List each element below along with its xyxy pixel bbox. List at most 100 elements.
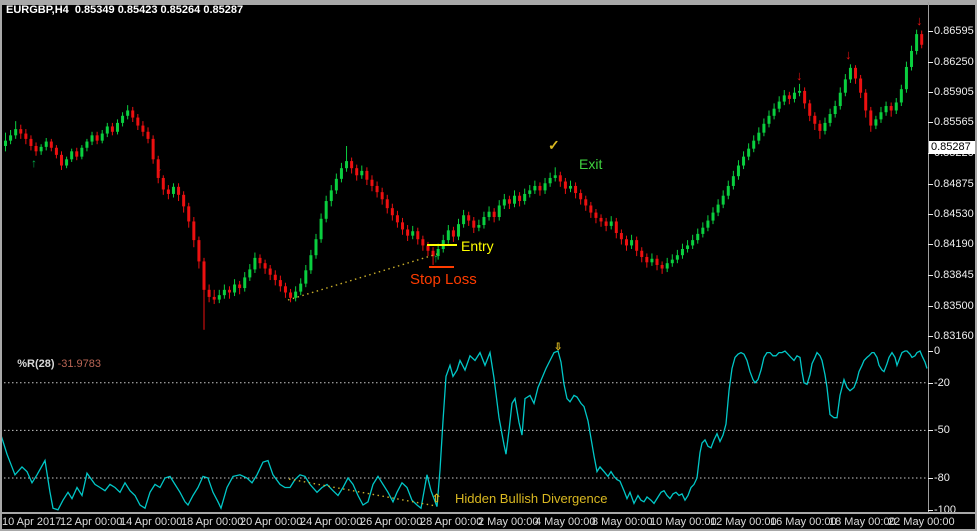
- bull-candle: [706, 220, 710, 228]
- price-axis-tick: [928, 244, 933, 245]
- time-axis-separator: [0, 512, 977, 514]
- bull-candle: [767, 115, 771, 124]
- bear-candle: [594, 212, 598, 218]
- bear-candle: [579, 193, 583, 200]
- bull-candle: [894, 102, 898, 111]
- bull-candle: [879, 112, 883, 120]
- entry-label[interactable]: Entry: [461, 238, 494, 254]
- bull-candle: [39, 146, 43, 152]
- bear-candle: [864, 92, 868, 111]
- bull-candle: [44, 141, 48, 147]
- bear-candle: [787, 95, 791, 99]
- bull-candle: [248, 269, 252, 278]
- bull-candle: [457, 224, 461, 237]
- stop-loss-price-line[interactable]: [429, 266, 454, 268]
- wpr-axis-label: -50: [934, 424, 950, 436]
- entry-price-line[interactable]: [427, 244, 457, 246]
- window-border-top: [0, 0, 977, 2]
- bull-candle: [171, 186, 175, 194]
- bull-candle: [609, 221, 613, 226]
- wpr-axis-label: -100: [934, 504, 957, 516]
- bear-candle: [859, 78, 863, 93]
- bear-candle: [416, 231, 420, 240]
- bear-candle: [263, 263, 267, 269]
- bull-candle: [533, 185, 537, 191]
- bull-candle: [757, 132, 761, 141]
- bull-candle: [121, 115, 125, 123]
- bear-candle: [365, 170, 369, 180]
- bear-candle: [273, 274, 277, 281]
- wpr-indicator-plot[interactable]: [0, 344, 928, 512]
- bear-candle: [182, 194, 186, 207]
- bear-candle: [289, 292, 293, 298]
- bull-candle: [4, 140, 7, 146]
- exit-label[interactable]: Exit: [579, 156, 602, 172]
- bear-candle: [584, 199, 588, 206]
- bull-candle: [792, 92, 796, 99]
- bull-candle: [324, 201, 328, 219]
- bear-candle: [238, 284, 242, 289]
- bear-candle: [604, 221, 608, 226]
- bull-candle: [126, 110, 130, 116]
- bull-candle: [319, 218, 323, 240]
- time-axis-label: 4 May 00:00: [535, 516, 596, 528]
- wpr-axis-tick: [928, 478, 933, 479]
- candlestick-plot[interactable]: [0, 0, 928, 340]
- time-axis-label: 20 Apr 00:00: [240, 516, 303, 528]
- symbol-ohlc-header: EURGBP,H4 0.85349 0.85423 0.85264 0.8528…: [6, 4, 244, 16]
- price-axis-tick: [928, 184, 933, 185]
- bear-candle: [818, 123, 822, 131]
- bull-candle: [85, 141, 89, 148]
- bear-candle: [207, 289, 211, 297]
- bull-candle: [543, 183, 547, 191]
- sell-arrow-icon: ↓: [156, 159, 163, 174]
- bear-candle: [518, 195, 522, 202]
- bear-candle: [869, 110, 873, 126]
- bear-candle: [34, 145, 38, 152]
- time-axis-label: 12 Apr 00:00: [60, 516, 123, 528]
- bull-candle: [798, 90, 802, 93]
- bull-candle: [736, 165, 740, 177]
- bull-candle: [675, 255, 679, 260]
- bear-candle: [385, 199, 389, 209]
- bear-candle: [110, 126, 114, 132]
- wpr-line: [0, 350, 928, 511]
- bull-candle: [70, 151, 74, 160]
- wpr-axis-tick: [928, 510, 933, 511]
- bear-candle: [59, 154, 63, 166]
- bear-candle: [278, 280, 282, 287]
- hidden-bullish-divergence-label[interactable]: Hidden Bullish Divergence: [455, 491, 607, 506]
- price-axis-label: 0.84530: [934, 208, 974, 220]
- bull-candle: [462, 215, 466, 225]
- price-axis-tick: [928, 31, 933, 32]
- time-axis-label: 10 May 00:00: [650, 516, 717, 528]
- exit-checkmark-icon[interactable]: ✓: [548, 138, 560, 152]
- time-axis-label: 10 Apr 2017: [2, 516, 62, 528]
- price-axis-tick: [928, 62, 933, 63]
- bull-candle: [823, 122, 827, 131]
- time-axis-label: 18 May 00:00: [829, 516, 896, 528]
- bear-candle: [370, 179, 374, 186]
- price-axis-label: 0.85565: [934, 116, 974, 128]
- price-axis-label: 0.83845: [934, 269, 974, 281]
- bull-candle: [848, 67, 852, 80]
- bear-candle: [227, 289, 231, 293]
- bear-candle: [202, 261, 206, 290]
- wpr-axis-label: -80: [934, 472, 950, 484]
- bull-candle: [747, 148, 751, 157]
- bull-candle: [915, 34, 919, 51]
- bull-candle: [904, 66, 908, 90]
- bear-candle: [395, 215, 399, 223]
- buy-arrow-icon: ↑: [31, 156, 37, 170]
- time-axis-label: 8 May 00:00: [592, 516, 653, 528]
- bear-candle: [619, 233, 623, 240]
- bear-candle: [268, 268, 272, 275]
- bear-candle: [177, 186, 181, 195]
- bear-candle: [380, 192, 384, 200]
- bull-candle: [253, 257, 257, 270]
- bull-candle: [80, 147, 84, 157]
- bull-candle: [304, 270, 308, 284]
- stop-loss-label[interactable]: Stop Loss: [410, 271, 477, 288]
- indicator-value: -31.9783: [57, 358, 102, 370]
- bull-candle: [899, 89, 903, 103]
